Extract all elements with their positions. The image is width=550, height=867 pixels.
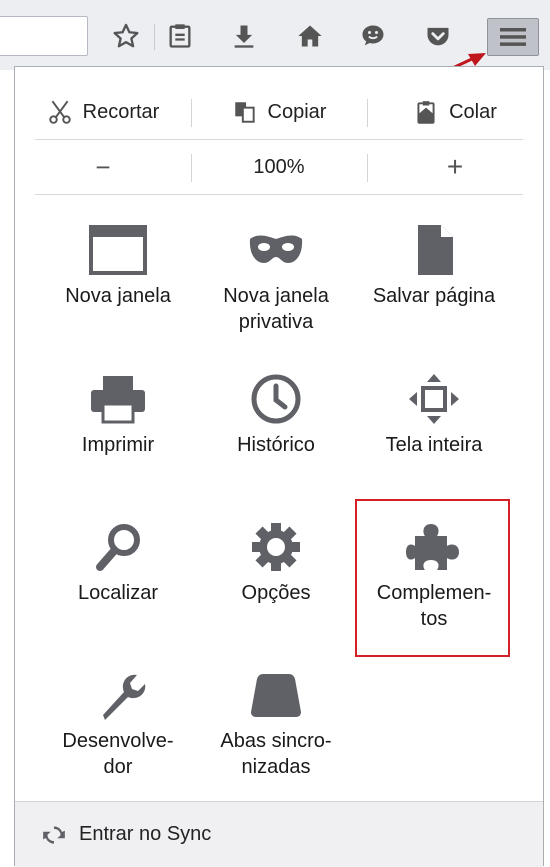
chat-smiley-icon[interactable]	[357, 20, 389, 52]
sync-label: Entrar no Sync	[79, 823, 212, 845]
main-menu-panel: Recortar Copiar Colar − 100% + Nova jane…	[14, 66, 544, 867]
gear-icon	[252, 523, 300, 571]
sync-footer-button[interactable]: Entrar no Sync	[15, 801, 543, 867]
search-input[interactable]	[0, 16, 88, 56]
history-label: Histórico	[237, 434, 315, 456]
fullscreen-label: Tela inteira	[385, 434, 483, 456]
scissors-icon	[48, 100, 71, 124]
paste-button[interactable]: Colar	[367, 85, 543, 139]
copy-label: Copiar	[267, 100, 327, 123]
options-label: Opções	[241, 582, 311, 604]
zoom-out-button[interactable]: −	[15, 140, 191, 194]
save-page-label: Salvar página	[372, 285, 496, 307]
fullscreen-icon	[409, 374, 459, 424]
options-button[interactable]: Opções	[201, 522, 351, 606]
print-button[interactable]: Imprimir	[43, 374, 193, 458]
find-button[interactable]: Localizar	[43, 522, 193, 606]
private-window-label-1: Nova janela	[223, 285, 329, 307]
save-page-button[interactable]: Salvar página	[359, 225, 509, 309]
wrench-icon	[103, 674, 146, 720]
window-icon	[89, 225, 147, 275]
new-window-label: Nova janela	[65, 285, 171, 307]
document-icon	[418, 225, 453, 275]
history-button[interactable]: Histórico	[201, 374, 351, 458]
hamburger-icon	[500, 28, 526, 46]
edit-controls-row: Recortar Copiar Colar	[15, 85, 543, 139]
find-label: Localizar	[77, 582, 159, 604]
synced-tab-icon	[251, 674, 301, 717]
developer-button[interactable]: Desenvolve- dor	[43, 670, 193, 780]
bookmark-star-icon[interactable]	[110, 20, 142, 52]
zoom-in-button[interactable]: +	[367, 140, 543, 194]
developer-label-1: Desenvolve-	[62, 730, 174, 752]
print-label: Imprimir	[81, 434, 155, 456]
paste-label: Colar	[449, 100, 497, 123]
cut-button[interactable]: Recortar	[15, 85, 191, 139]
fullscreen-button[interactable]: Tela inteira	[359, 374, 509, 458]
download-icon[interactable]	[228, 20, 260, 52]
zoom-reset-button[interactable]: 100%	[191, 140, 367, 194]
printer-icon	[91, 376, 145, 424]
magnifier-icon	[96, 524, 140, 571]
copy-button[interactable]: Copiar	[191, 85, 367, 139]
synced-tabs-button[interactable]: Abas sincro- nizadas	[201, 670, 351, 780]
new-window-button[interactable]: Nova janela	[43, 225, 193, 309]
divider	[35, 194, 523, 195]
mask-icon	[249, 235, 303, 263]
addons-highlight-box	[355, 499, 510, 657]
developer-label-2: dor	[103, 756, 133, 778]
private-window-label-2: privativa	[238, 311, 314, 333]
synced-tabs-label-2: nizadas	[241, 756, 311, 778]
sync-icon	[43, 825, 65, 844]
toolbar-separator	[154, 24, 155, 50]
clipboard-icon	[417, 101, 435, 124]
copy-icon	[234, 102, 255, 123]
open-menu-button[interactable]	[487, 18, 539, 56]
private-window-button[interactable]: Nova janela privativa	[201, 225, 351, 335]
bookmarks-list-icon[interactable]	[164, 20, 196, 52]
home-icon[interactable]	[294, 20, 326, 52]
cut-label: Recortar	[82, 100, 160, 123]
zoom-controls-row: − 100% +	[15, 140, 543, 194]
clock-icon	[251, 374, 301, 424]
synced-tabs-label-1: Abas sincro-	[220, 730, 332, 752]
pocket-icon[interactable]	[422, 20, 454, 52]
